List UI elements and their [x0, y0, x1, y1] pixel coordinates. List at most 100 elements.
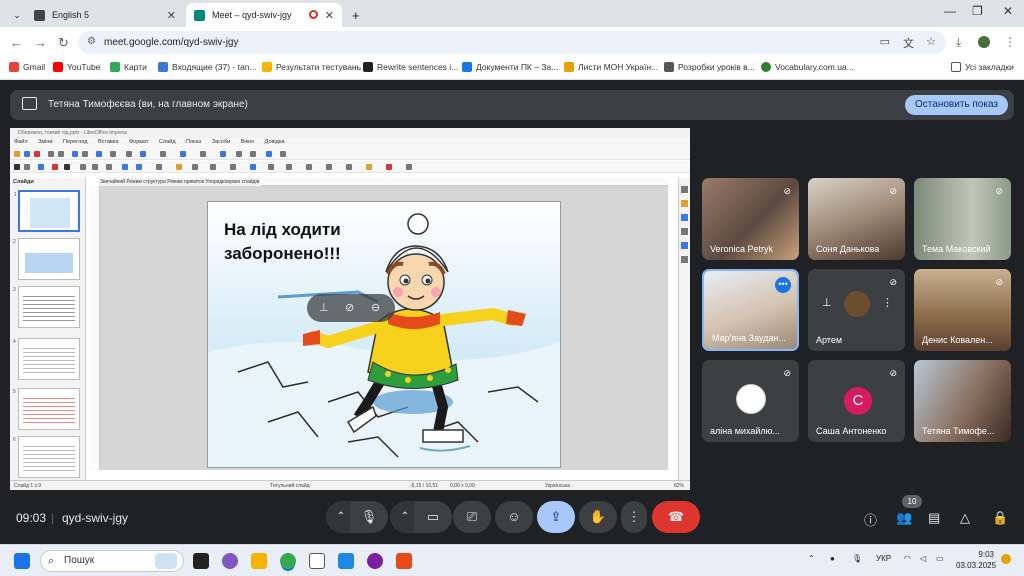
wifi-icon[interactable]: ◠	[904, 554, 911, 563]
tab-search-button[interactable]: ⌄	[6, 3, 28, 27]
participant-tile[interactable]: ⊘ Денис Ковален...	[914, 269, 1011, 351]
people-icon[interactable]: 👥	[896, 510, 912, 526]
file-explorer-icon[interactable]	[251, 553, 267, 569]
tab-english-5[interactable]: English 5 ✕	[26, 3, 184, 27]
raise-hand-button[interactable]: ✋	[579, 501, 617, 533]
menu-item[interactable]: Вставка	[98, 139, 118, 145]
bookmark-test-results[interactable]: Результати тестувань	[262, 62, 361, 72]
participant-tile-speaking[interactable]: ••• Мар'яна Заудан...	[702, 269, 799, 351]
camera-button[interactable]: ▭	[414, 501, 452, 533]
new-tab-button[interactable]: +	[344, 3, 364, 27]
download-icon[interactable]: ⤓	[956, 35, 961, 50]
writer-icon[interactable]	[338, 553, 354, 569]
host-controls-icon[interactable]: 🔒	[992, 510, 1008, 526]
menu-item[interactable]: Файл	[14, 139, 28, 145]
menu-item[interactable]: Показ	[186, 139, 201, 145]
current-slide[interactable]: На лід ходити заборонено!!!	[207, 201, 561, 468]
activities-icon[interactable]: △	[960, 510, 970, 526]
menu-item[interactable]: Зміни	[38, 139, 52, 145]
windows-start-icon[interactable]	[14, 553, 30, 569]
info-icon[interactable]: ⓘ	[864, 510, 877, 529]
menu-item[interactable]: Довідка	[265, 139, 285, 145]
forward-icon[interactable]: →	[34, 35, 47, 50]
battery-icon[interactable]: ▭	[936, 554, 944, 563]
slide-thumbnail[interactable]: 5	[13, 388, 80, 430]
back-icon[interactable]: ←	[10, 35, 23, 50]
participant-tile[interactable]: ⊘ Тема Маковский	[914, 178, 1011, 260]
menu-item[interactable]: Засоби	[212, 139, 230, 145]
slide-thumbnail[interactable]: 4	[13, 338, 80, 380]
camera-icon[interactable]: ▭	[880, 35, 890, 48]
viber-icon[interactable]	[367, 553, 383, 569]
stop-presenting-button[interactable]: Остановить показ	[905, 95, 1008, 115]
maximize-icon[interactable]: ❐	[972, 4, 983, 18]
view-mode-tabs[interactable]: Звичайний Режим структури Режим приміток…	[98, 178, 262, 186]
captions-button[interactable]: ⎚	[453, 501, 491, 533]
volume-icon[interactable]: ◁	[920, 554, 926, 563]
language-indicator[interactable]: УКР	[876, 554, 891, 563]
slide-thumbnail[interactable]: 2	[13, 238, 80, 280]
copilot-icon[interactable]	[222, 553, 238, 569]
bookmark-mon[interactable]: Листи МОН Україн...	[564, 62, 658, 72]
bookmark-maps[interactable]: Карти	[110, 62, 147, 72]
reload-icon[interactable]: ↻	[58, 35, 69, 51]
participant-tile[interactable]: ⊘ Соня Данькова	[808, 178, 905, 260]
bookmark-documents[interactable]: Документи ПК – За...	[462, 62, 558, 72]
tray-mic-icon[interactable]: 🎙	[852, 554, 862, 563]
bookmark-vocabulary[interactable]: Vocabulary.com.ua...	[761, 62, 854, 72]
taskbar-search[interactable]: ⌕ Пошук	[40, 550, 184, 572]
tray-chevron-icon[interactable]: ⌃	[808, 554, 815, 563]
pin-icon[interactable]: ⊥	[822, 296, 832, 309]
bookmark-youtube[interactable]: YouTube	[53, 62, 100, 72]
translate-icon[interactable]: 文	[903, 35, 914, 51]
participant-name: аліна михайлю...	[710, 426, 780, 436]
bookmark-inbox[interactable]: Вхoдящие (37) - tan...	[158, 62, 257, 72]
more-options-button[interactable]: ⋮	[621, 501, 647, 533]
more-options-icon[interactable]: •••	[775, 277, 791, 293]
menu-item[interactable]: Перегляд	[63, 139, 87, 145]
menu-item[interactable]: Формат	[129, 139, 149, 145]
participant-tile[interactable]: Тетяна Тимофе...	[914, 360, 1011, 442]
tray-app-icon[interactable]: ●	[830, 554, 835, 563]
slide-thumbnail[interactable]: 3	[13, 286, 80, 328]
reactions-button[interactable]: ☺	[495, 501, 533, 533]
participant-tile[interactable]: С ⊘ Саша Антоненко	[808, 360, 905, 442]
slide-thumbnail[interactable]: 1	[14, 190, 80, 232]
profile-avatar[interactable]	[978, 36, 990, 48]
site-info-icon[interactable]: ⚙	[87, 36, 96, 47]
remove-icon[interactable]: ⊖	[371, 301, 380, 314]
all-bookmarks[interactable]: Усі закладки	[951, 62, 1014, 72]
impress-icon[interactable]	[396, 553, 412, 569]
participant-tile[interactable]: ⊘ ⊥ ⋮ Артем	[808, 269, 905, 351]
slide-thumbnail[interactable]: 6	[13, 436, 80, 478]
participant-tile[interactable]: ⊘ аліна михайлю...	[702, 360, 799, 442]
minimize-icon[interactable]: —	[944, 4, 956, 18]
more-vert-icon[interactable]: ⋮	[882, 296, 893, 309]
close-icon[interactable]: ✕	[325, 9, 334, 22]
bookmark-gmail[interactable]: Gmail	[9, 62, 45, 72]
address-bar[interactable]: ⚙ meet.google.com/qyd-swiv-jgy ▭ 文 ☆	[78, 31, 946, 54]
chrome-icon[interactable]	[280, 553, 296, 569]
menu-item[interactable]: Вікно	[241, 139, 254, 145]
bookmark-lessons[interactable]: Розробки уроків в...	[664, 62, 755, 72]
bookmark-star-icon[interactable]: ☆	[926, 35, 936, 48]
mute-icon[interactable]: ⊘	[345, 301, 354, 314]
leave-call-button[interactable]: ☎	[652, 501, 700, 533]
microphone-button[interactable]: 🎙	[350, 501, 388, 533]
close-icon[interactable]: ✕	[167, 9, 176, 22]
notification-icon[interactable]	[1001, 554, 1011, 564]
tab-meet[interactable]: Meet – qyd-swiv-jgy ✕	[186, 3, 342, 27]
window-close-icon[interactable]: ✕	[1003, 4, 1013, 18]
url-text: meet.google.com/qyd-swiv-jgy	[104, 37, 239, 48]
menu-item[interactable]: Слайд	[159, 139, 176, 145]
present-button[interactable]: ⇪	[537, 501, 575, 533]
chat-icon[interactable]: ▤	[928, 510, 940, 526]
task-view-icon[interactable]	[193, 553, 209, 569]
taskbar-clock[interactable]: 9:03 03.03.2025	[956, 549, 996, 571]
menu-dots-icon[interactable]: ⋮	[1004, 35, 1016, 49]
pin-icon[interactable]: ⊥	[319, 301, 329, 314]
participant-tile[interactable]: ⊘ Veronica Petryk	[702, 178, 799, 260]
status-zoom[interactable]: 82%	[674, 483, 684, 489]
bookmark-rewrite[interactable]: Rewrite sentences i...	[363, 62, 458, 72]
notepad-icon[interactable]	[309, 553, 325, 569]
